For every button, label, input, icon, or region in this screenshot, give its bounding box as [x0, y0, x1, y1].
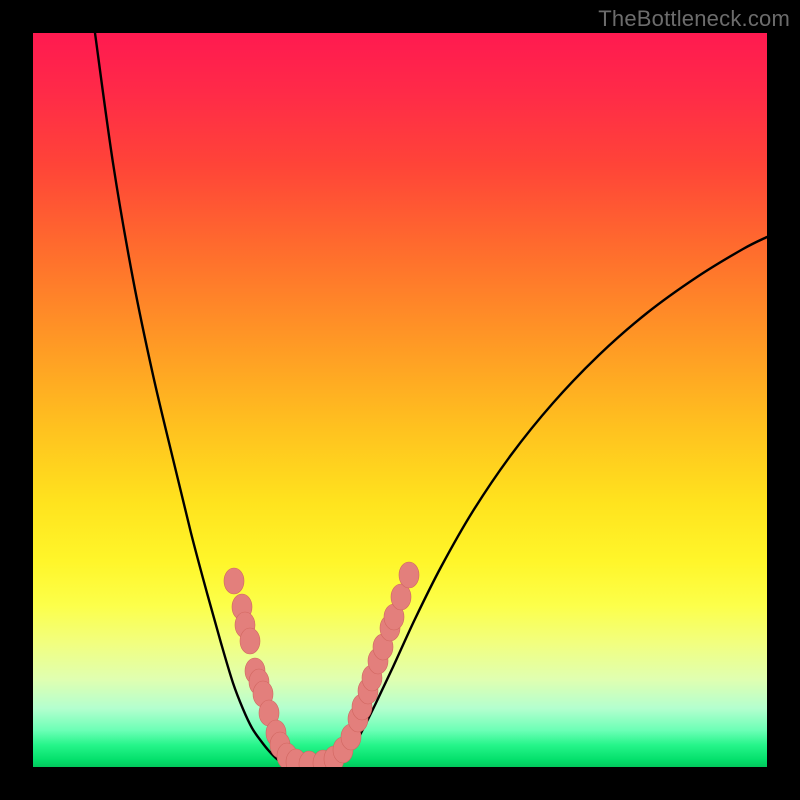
plot-background — [33, 33, 767, 767]
watermark-label: TheBottleneck.com — [598, 6, 790, 32]
chart-frame: TheBottleneck.com — [0, 0, 800, 800]
